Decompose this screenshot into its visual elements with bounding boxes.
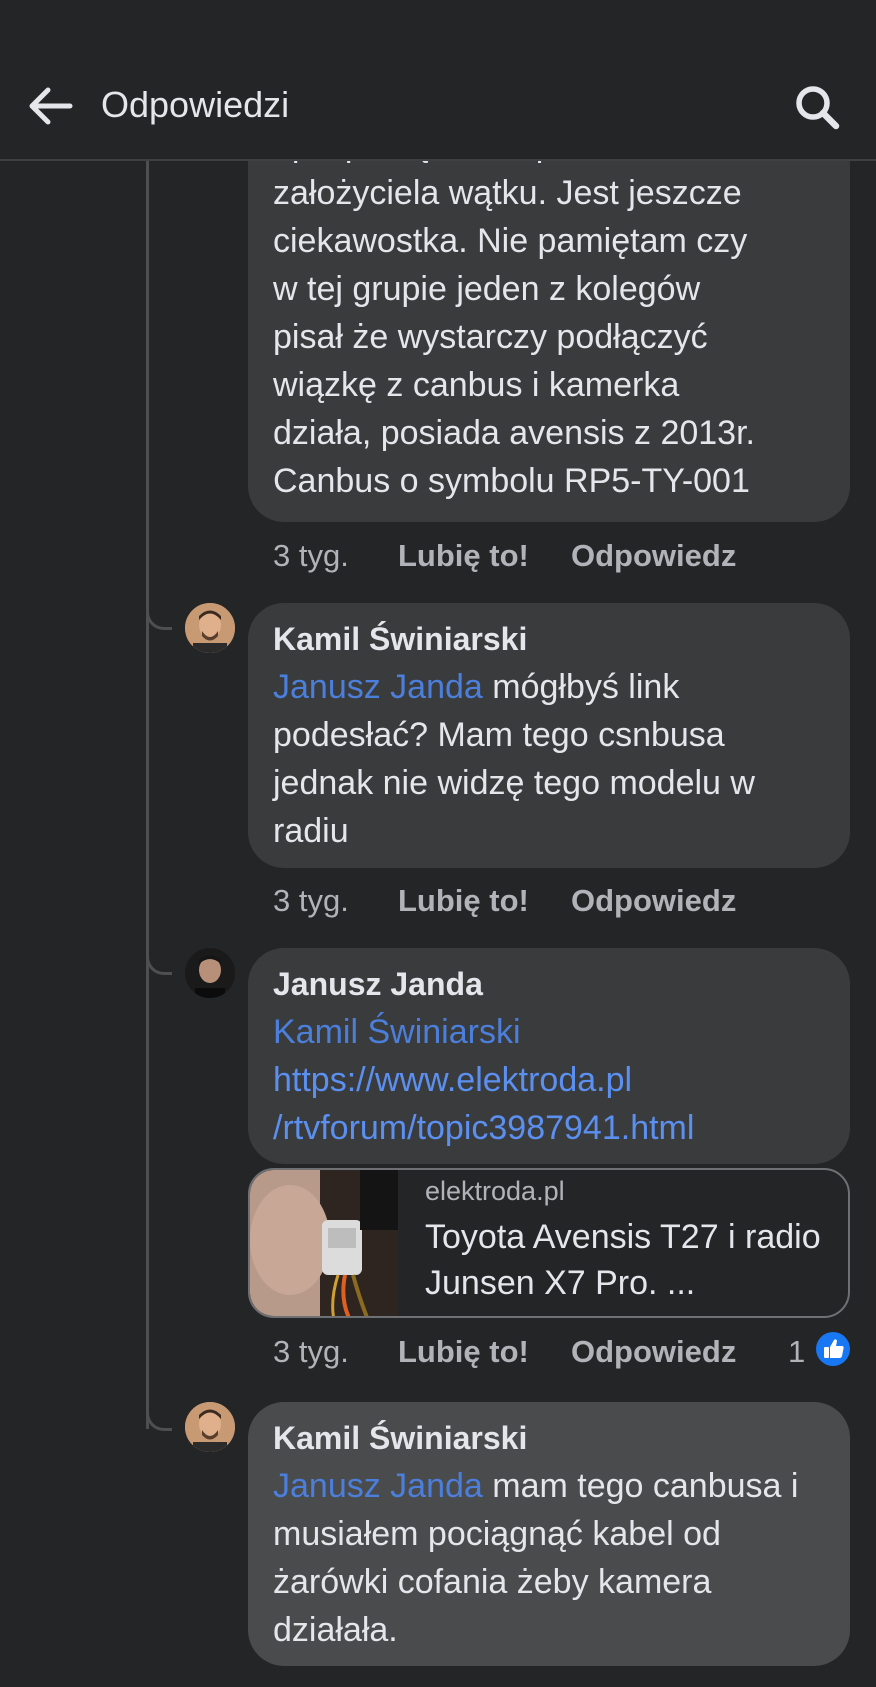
mention-link[interactable]: Janusz Janda [273, 1467, 483, 1505]
search-icon [796, 86, 840, 130]
mention-link[interactable]: Janusz Janda [273, 668, 483, 706]
back-button[interactable] [22, 80, 78, 136]
comment-line: założyciela wątku. Jest jeszcze [273, 174, 742, 212]
comment-line: działa, posiada avensis z 2013r. [273, 414, 755, 452]
search-button[interactable] [792, 82, 842, 132]
thread-branch [146, 1405, 172, 1431]
like-button[interactable]: Lubię to! [398, 538, 529, 574]
url-link[interactable]: /rtvforum/topic3987941.html [273, 1104, 826, 1152]
thumbs-up-icon [816, 1332, 850, 1366]
comment-time: 3 tyg. [273, 1334, 349, 1369]
url-link[interactable]: https://www.elektroda.pl [273, 1056, 826, 1104]
replies-thread[interactable]: opis podłączenia przez założyciela wątku… [0, 161, 876, 1687]
comment-bubble[interactable]: Kamil Świniarski Janusz Janda mam tego c… [248, 1402, 850, 1666]
link-preview-card[interactable]: elektroda.pl Toyota Avensis T27 i radio … [248, 1168, 850, 1318]
like-button[interactable]: Lubię to! [398, 1334, 529, 1370]
avatar[interactable] [185, 603, 235, 653]
like-button[interactable]: Lubię to! [398, 883, 529, 919]
comment-line: ciekawostka. Nie pamiętam czy [273, 222, 748, 260]
reaction-count[interactable]: 1 [788, 1334, 805, 1370]
thread-branch [146, 604, 172, 630]
comment-bubble[interactable]: opis podłączenia przez założyciela wątku… [248, 161, 850, 522]
thread-line [146, 161, 149, 1429]
thread-branch [146, 949, 172, 975]
comment-time: 3 tyg. [273, 538, 349, 573]
preview-domain: elektroda.pl [425, 1176, 565, 1206]
comment-time: 3 tyg. [273, 883, 349, 918]
comment-text: Kamil Świniarski https://www.elektroda.p… [273, 1008, 826, 1152]
comment-line: pisał że wystarczy podłączyć [273, 318, 708, 356]
avatar[interactable] [185, 948, 235, 998]
avatar-image [185, 1402, 235, 1452]
comment-text: Janusz Janda mógłbyś link podesłać? Mam … [273, 663, 826, 855]
comment-line: w tej grupie jeden z kolegów [273, 270, 701, 308]
page-title: Odpowiedzi [101, 84, 290, 125]
comment-line: opis podłączenia przez [273, 161, 826, 169]
app-header: Odpowiedzi [0, 0, 876, 161]
arrow-left-icon [29, 87, 73, 125]
avatar[interactable] [185, 1402, 235, 1452]
comment-author[interactable]: Kamil Świniarski [273, 615, 826, 663]
comment-line: Canbus o symbolu RP5-TY-001 [273, 462, 750, 500]
comment-text: opis podłączenia przez założyciela wątku… [273, 161, 826, 505]
reply-button[interactable]: Odpowiedz [571, 538, 736, 574]
avatar-image [185, 603, 235, 653]
comment-text: Janusz Janda mam tego canbusa i musiałem… [273, 1462, 826, 1654]
avatar-image [185, 948, 235, 998]
comment-author[interactable]: Janusz Janda [273, 960, 826, 1008]
comment-author[interactable]: Kamil Świniarski [273, 1414, 826, 1462]
preview-title: Toyota Avensis T27 i radio Junsen X7 Pro… [425, 1218, 821, 1302]
reply-button[interactable]: Odpowiedz [571, 1334, 736, 1370]
comment-line: wiązkę z canbus i kamerka [273, 366, 680, 404]
mention-link[interactable]: Kamil Świniarski [273, 1008, 826, 1056]
comment-bubble[interactable]: Kamil Świniarski Janusz Janda mógłbyś li… [248, 603, 850, 868]
preview-thumbnail [250, 1170, 398, 1316]
comment-bubble[interactable]: Janusz Janda Kamil Świniarski https://ww… [248, 948, 850, 1164]
reply-button[interactable]: Odpowiedz [571, 883, 736, 919]
